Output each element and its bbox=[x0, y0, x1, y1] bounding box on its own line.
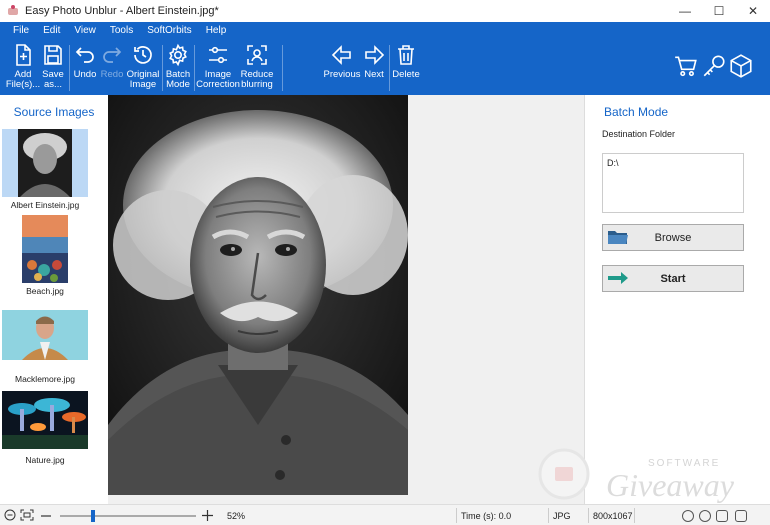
thumbnail-name: Albert Einstein.jpg bbox=[10, 200, 80, 210]
redo-icon bbox=[103, 47, 122, 63]
previous-button[interactable]: Previous bbox=[324, 41, 360, 80]
toolbar-separator bbox=[282, 45, 283, 91]
face-focus-icon bbox=[247, 45, 267, 65]
einstein-photo bbox=[108, 95, 408, 495]
add-files-button[interactable]: Add File(s)... bbox=[5, 41, 41, 90]
folder-icon bbox=[608, 231, 628, 244]
arrow-right-icon bbox=[608, 272, 628, 284]
thumbnail-highlight bbox=[2, 129, 88, 197]
history-icon bbox=[134, 46, 152, 64]
facebook-icon[interactable] bbox=[699, 510, 711, 522]
source-images-panel: Source Images Albert Einstein.jpg Beach.… bbox=[0, 95, 108, 504]
thumbnail-item[interactable]: Nature.jpg bbox=[2, 391, 88, 465]
toolbar-separator bbox=[194, 45, 195, 91]
batch-mode-label: Batch Mode bbox=[165, 69, 191, 90]
thumbnail-item[interactable]: Macklemore.jpg bbox=[2, 310, 88, 384]
menu-bar: File Edit View Tools SoftOrbits Help bbox=[0, 22, 770, 39]
original-image-button[interactable]: Original Image bbox=[126, 41, 160, 90]
thumbnail-name: Nature.jpg bbox=[25, 455, 65, 465]
thumbnail-scrollbar[interactable] bbox=[90, 129, 100, 499]
zoom-slider[interactable] bbox=[60, 515, 196, 517]
plus-icon[interactable] bbox=[201, 509, 214, 522]
menu-file[interactable]: File bbox=[6, 25, 36, 36]
browse-button[interactable]: Browse bbox=[602, 224, 744, 251]
toolbar-separator bbox=[162, 45, 163, 91]
original-image-label: Original Image bbox=[126, 69, 160, 90]
delete-button[interactable]: Delete bbox=[392, 41, 420, 80]
status-bar: 52% Time (s): 0.0 JPG 800x1067 bbox=[0, 504, 770, 525]
next-button[interactable]: Next bbox=[362, 41, 386, 80]
toolbar-separator bbox=[69, 45, 70, 91]
arrow-right-icon bbox=[365, 45, 385, 65]
menu-softorbits[interactable]: SoftOrbits bbox=[140, 25, 198, 36]
einstein-thumbnail-image bbox=[18, 129, 72, 197]
redo-label: Redo bbox=[100, 69, 124, 80]
undo-icon bbox=[75, 47, 94, 63]
zoom-slider-thumb[interactable] bbox=[91, 510, 96, 522]
source-images-title: Source Images bbox=[13, 105, 95, 119]
info-icon[interactable] bbox=[682, 510, 694, 522]
destination-folder-field[interactable]: D:\ bbox=[602, 153, 744, 213]
image-correction-label: Image Correction bbox=[196, 69, 240, 90]
start-button[interactable]: Start bbox=[602, 265, 744, 292]
gear-icon bbox=[169, 43, 187, 67]
zoom-out-icon[interactable] bbox=[4, 509, 16, 521]
beach-thumbnail-image bbox=[22, 215, 68, 283]
processing-time: Time (s): 0.0 bbox=[461, 511, 512, 521]
macklemore-thumbnail-image bbox=[2, 310, 88, 360]
zoom-percent: 52% bbox=[227, 511, 246, 521]
add-file-icon bbox=[16, 44, 31, 66]
fit-screen-icon[interactable] bbox=[20, 509, 34, 521]
batch-mode-button[interactable]: Batch Mode bbox=[164, 41, 192, 90]
app-icon bbox=[7, 5, 19, 17]
title-bar: Easy Photo Unblur - Albert Einstein.jpg*… bbox=[0, 0, 770, 22]
menu-help[interactable]: Help bbox=[199, 25, 234, 36]
sliders-icon bbox=[209, 46, 227, 64]
menu-view[interactable]: View bbox=[67, 25, 103, 36]
toolbar: Add File(s)... Save as... Undo Redo Orig… bbox=[0, 41, 770, 95]
save-as-button[interactable]: Save as... bbox=[40, 41, 66, 90]
delete-label: Delete bbox=[392, 69, 420, 80]
cart-icon[interactable] bbox=[673, 53, 699, 79]
reduce-blurring-label: Reduce blurring bbox=[240, 69, 274, 90]
nature-thumbnail-image bbox=[2, 391, 88, 449]
close-button[interactable]: ✕ bbox=[736, 0, 770, 22]
redo-button[interactable]: Redo bbox=[100, 41, 124, 80]
save-icon bbox=[44, 45, 62, 65]
box-icon[interactable] bbox=[728, 53, 754, 79]
thumbnail-item[interactable]: Albert Einstein.jpg bbox=[2, 129, 88, 210]
window-title: Easy Photo Unblur - Albert Einstein.jpg* bbox=[25, 5, 219, 17]
undo-label: Undo bbox=[73, 69, 97, 80]
key-icon[interactable] bbox=[701, 53, 727, 79]
arrow-left-icon bbox=[331, 45, 351, 65]
reduce-blurring-button[interactable]: Reduce blurring bbox=[240, 41, 274, 90]
toolbar-separator bbox=[389, 45, 390, 91]
image-canvas[interactable] bbox=[108, 95, 584, 504]
thumbnail-name: Macklemore.jpg bbox=[15, 374, 75, 384]
previous-label: Previous bbox=[323, 69, 361, 80]
trash-icon bbox=[398, 45, 414, 65]
minimize-button[interactable]: — bbox=[668, 0, 702, 22]
batch-mode-panel: Batch Mode Destination Folder D:\ Browse… bbox=[584, 95, 770, 504]
save-as-label: Save as... bbox=[42, 69, 64, 90]
menu-tools[interactable]: Tools bbox=[103, 25, 140, 36]
window-controls: — ☐ ✕ bbox=[668, 0, 770, 22]
maximize-button[interactable]: ☐ bbox=[702, 0, 736, 22]
minus-icon[interactable] bbox=[40, 510, 52, 522]
batch-mode-title: Batch Mode bbox=[604, 105, 669, 119]
next-label: Next bbox=[364, 69, 384, 80]
thumbnail-name: Beach.jpg bbox=[26, 286, 64, 296]
undo-button[interactable]: Undo bbox=[72, 41, 98, 80]
twitter-icon[interactable] bbox=[716, 510, 728, 522]
destination-folder-label: Destination Folder bbox=[602, 129, 676, 139]
add-files-label: Add File(s)... bbox=[5, 69, 41, 90]
header: File Edit View Tools SoftOrbits Help Add… bbox=[0, 22, 770, 95]
image-format: JPG bbox=[553, 511, 571, 521]
image-dimensions: 800x1067 bbox=[593, 511, 633, 521]
menu-edit[interactable]: Edit bbox=[36, 25, 67, 36]
thumbnail-item[interactable]: Beach.jpg bbox=[2, 215, 88, 296]
youtube-icon[interactable] bbox=[735, 510, 747, 522]
image-correction-button[interactable]: Image Correction bbox=[196, 41, 240, 90]
